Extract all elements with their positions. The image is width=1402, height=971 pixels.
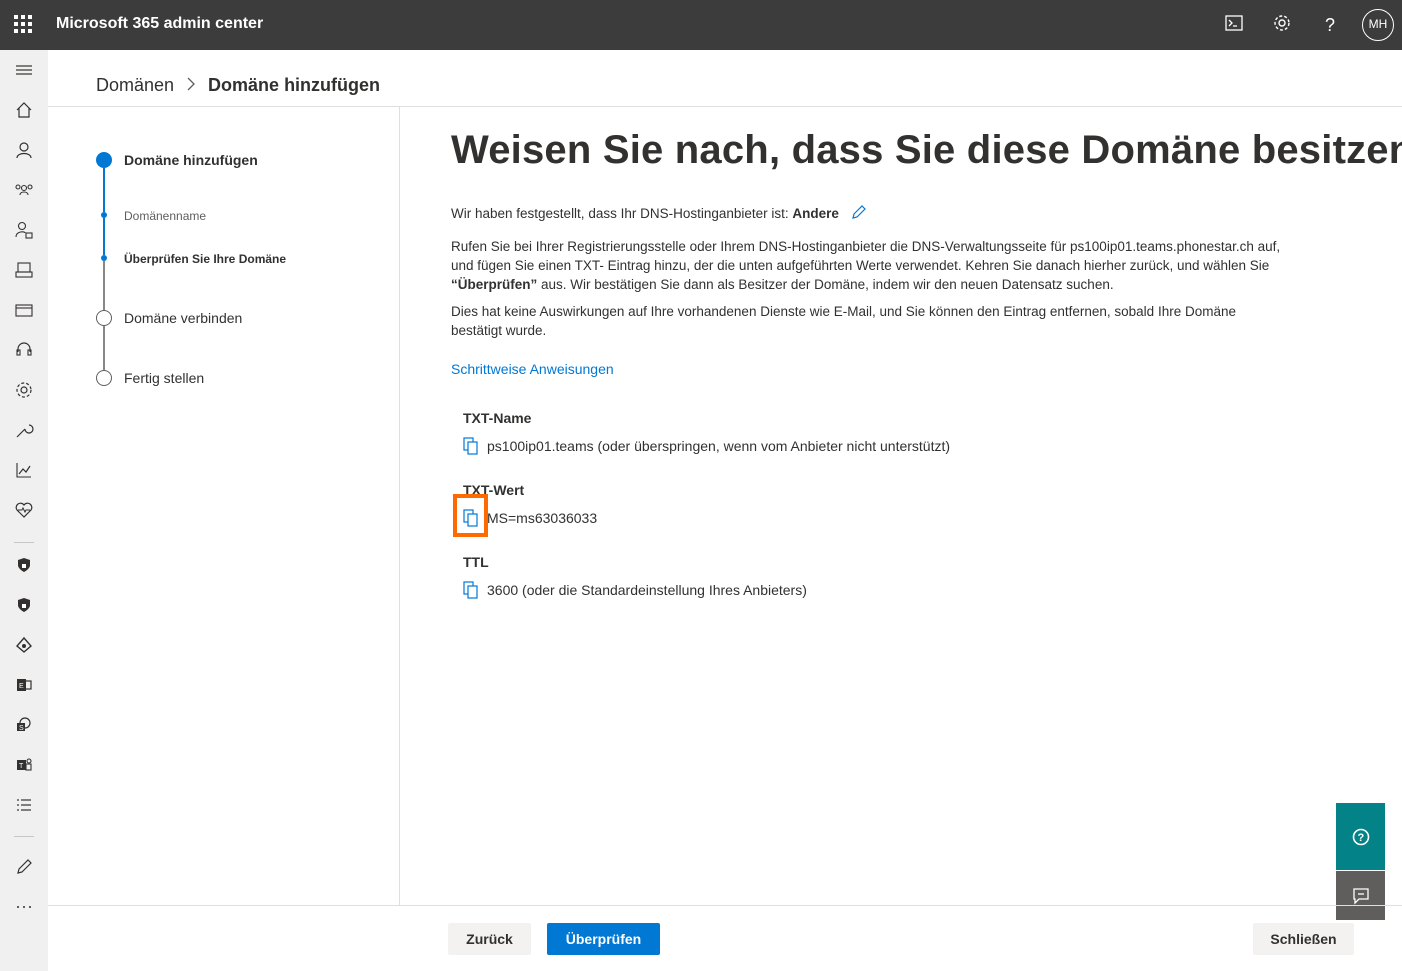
step-connector [103,218,105,255]
step-marker-pending [96,310,112,326]
instructions-part2: aus. Wir bestätigen Sie dann als Besitze… [537,277,1114,292]
ttl-row: 3600 (oder die Standardeinstellung Ihres… [463,581,807,599]
instructions-part1: Rufen Sie bei Ihrer Registrierungsstelle… [451,239,1281,273]
gear-icon[interactable] [1270,13,1294,37]
setup-icon[interactable] [14,420,34,440]
azure-ad-icon[interactable] [14,635,34,655]
breadcrumb-current: Domäne hinzufügen [208,75,381,95]
svg-text:T: T [19,763,24,770]
app-title[interactable]: Microsoft 365 admin center [56,15,263,33]
verify-button[interactable]: Überprüfen [547,923,660,955]
devices-icon[interactable] [14,260,34,280]
footer-divider [48,905,1402,906]
security-icon[interactable] [14,555,34,575]
nav-divider [14,836,34,837]
more-icon[interactable] [14,897,34,917]
detected-provider-text: Wir haben festgestellt, dass Ihr DNS-Hos… [451,204,1281,223]
breadcrumb-parent-link[interactable]: Domänen [96,75,174,95]
step-verify-domain: Überprüfen Sie Ihre Domäne [124,252,287,266]
breadcrumb: Domänen Domäne hinzufügen [96,75,380,96]
help-icon[interactable]: ? [1318,13,1342,37]
nav-divider [14,542,34,543]
app-launcher-icon[interactable] [14,15,32,33]
customize-icon[interactable] [14,857,34,877]
sharepoint-icon[interactable]: S [14,715,34,735]
feedback-icon [1352,887,1370,905]
left-navigation: E S T [0,50,48,971]
edit-provider-icon[interactable] [851,204,867,220]
exchange-icon[interactable]: E [14,675,34,695]
ttl-label: TTL [463,554,489,570]
svg-text:E: E [19,683,24,690]
help-circle-icon: ? [1352,828,1370,846]
svg-text:?: ? [1358,832,1365,844]
instructions-text: Rufen Sie bei Ihrer Registrierungsstelle… [451,237,1281,294]
copy-icon[interactable] [463,437,479,455]
reports-icon[interactable] [14,460,34,480]
copy-highlight-box [453,494,488,537]
step-finish: Fertig stellen [124,370,205,386]
header-divider [48,106,1402,107]
instructions-bold: “Überprüfen” [451,277,538,292]
step-by-step-link[interactable]: Schrittweise Anweisungen [451,361,614,377]
txt-value-value: MS=ms63036033 [487,510,598,526]
settings-icon[interactable] [14,380,34,400]
detected-provider: Andere [792,206,839,221]
feedback-button[interactable] [1336,871,1385,920]
teams-group-icon[interactable] [14,180,34,200]
compliance-icon[interactable] [14,595,34,615]
detected-prefix: Wir haben festgestellt, dass Ihr DNS-Hos… [451,206,793,221]
user-lock-icon[interactable] [14,220,34,240]
ttl-value: 3600 (oder die Standardeinstellung Ihres… [487,582,807,598]
step-domain-name: Domänenname [124,209,207,223]
step-add-domain: Domäne hinzufügen [124,152,258,168]
svg-text:S: S [19,725,24,732]
step-marker-active [96,152,112,168]
top-bar: Microsoft 365 admin center ? MH [0,0,1402,50]
panel-divider [399,107,400,905]
support-icon[interactable] [14,340,34,360]
back-button[interactable]: Zurück [448,923,531,955]
step-connector [103,261,105,310]
all-admin-centers-icon[interactable] [14,795,34,815]
copy-icon[interactable] [463,581,479,599]
page-title: Weisen Sie nach, dass Sie diese Domäne b… [451,128,1402,172]
hamburger-icon[interactable] [14,60,34,80]
step-connector [103,168,105,212]
terminal-icon[interactable] [1222,13,1246,37]
billing-icon[interactable] [14,300,34,320]
avatar[interactable]: MH [1362,9,1394,41]
step-connector [103,326,105,370]
txt-name-label: TXT-Name [463,410,532,426]
txt-name-value: ps100ip01.teams (oder überspringen, wenn… [487,438,951,454]
txt-name-row: ps100ip01.teams (oder überspringen, wenn… [463,437,950,455]
note-text: Dies hat keine Auswirkungen auf Ihre vor… [451,304,1236,338]
health-icon[interactable] [14,500,34,520]
home-icon[interactable] [14,100,34,120]
step-marker-pending [96,370,112,386]
chevron-right-icon [186,75,196,96]
help-button[interactable]: ? [1336,803,1385,870]
step-connect-domain: Domäne verbinden [124,310,243,326]
teams-icon[interactable]: T [14,755,34,775]
user-icon[interactable] [14,140,34,160]
close-button[interactable]: Schließen [1253,923,1354,955]
